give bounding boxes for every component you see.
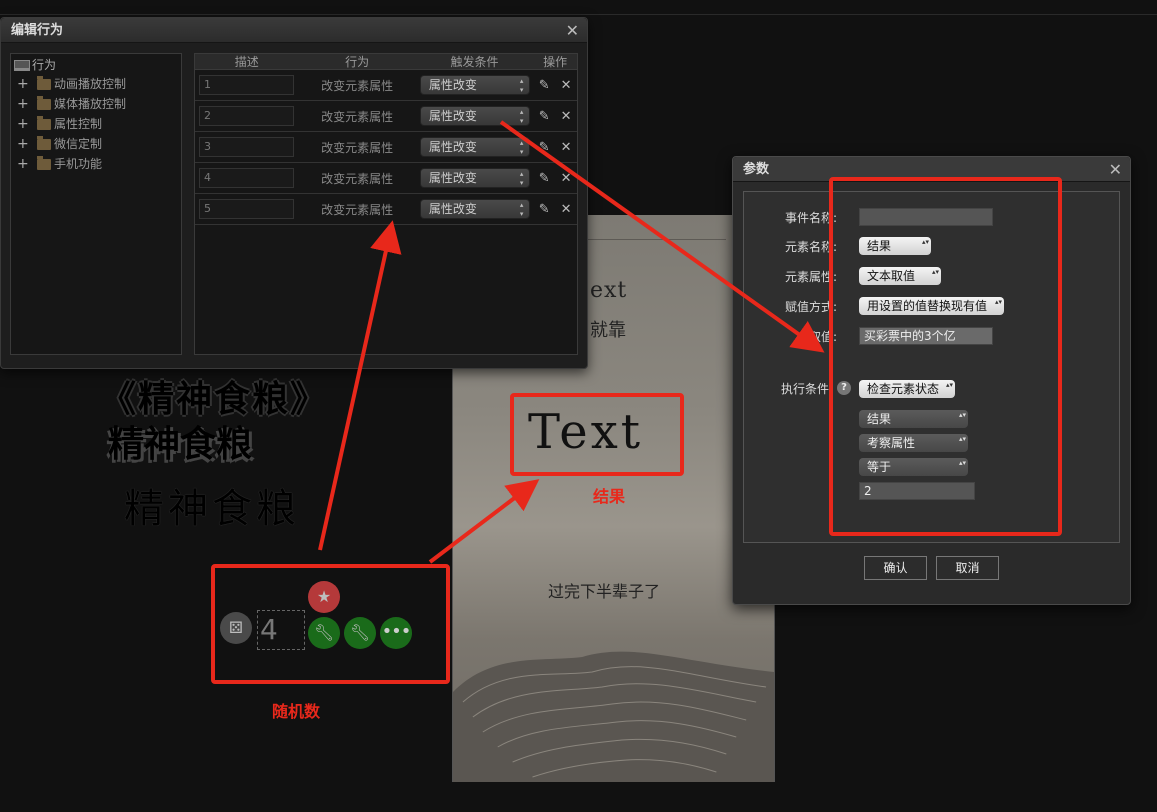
annotation-arrows [318, 120, 825, 564]
arrow-row2-to-params [499, 120, 825, 353]
arrow-random-to-result [428, 479, 540, 564]
arrow-random-to-row5 [318, 220, 402, 551]
